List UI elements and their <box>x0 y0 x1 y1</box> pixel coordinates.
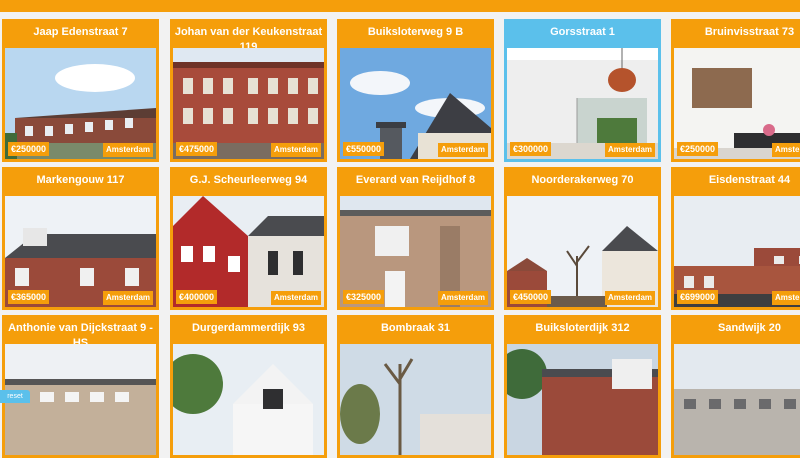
city-badge: Amsterdam <box>102 143 153 157</box>
listing-card[interactable]: Jaap Edenstraat 7 €250000 Amsterdam <box>2 19 159 162</box>
listing-title: Bombraak 31 <box>380 322 451 334</box>
price-badge: €325000 <box>343 290 385 304</box>
listing-card[interactable]: Bombraak 31 <box>337 315 494 458</box>
listing-card[interactable]: Buiksloterweg 9 B €550000 Amsterdam <box>337 19 494 162</box>
house-photo <box>340 344 491 455</box>
listing-card-selected[interactable]: Gorsstraat 1 €300000 Amsterdam <box>504 19 661 162</box>
listing-title: Noorderakerweg 70 <box>531 174 634 186</box>
house-photo <box>674 344 800 455</box>
price-badge: €450000 <box>510 290 552 304</box>
listing-title: Gorsstraat 1 <box>550 26 615 38</box>
price-badge: €400000 <box>176 290 218 304</box>
price-badge: €250000 <box>677 142 719 156</box>
reset-button[interactable]: reset <box>0 390 30 403</box>
price-badge: €550000 <box>343 142 385 156</box>
listing-card[interactable]: Johan van der Keukenstraat 119 €475000 A… <box>170 19 327 162</box>
price-badge: €300000 <box>510 142 552 156</box>
listing-title: Buiksloterdijk 312 <box>535 322 630 334</box>
listing-photo <box>340 344 491 455</box>
listing-card[interactable]: G.J. Scheurleerweg 94 €400000 Amsterdam <box>170 167 327 310</box>
city-badge: Amsterdam <box>437 291 488 305</box>
city-badge: Amsterdam <box>102 291 153 305</box>
city-badge: Amsterdam <box>270 143 321 157</box>
listing-card[interactable]: Anthonie van Dijckstraat 9 - HS <box>2 315 159 458</box>
listing-title: Buiksloterweg 9 B <box>367 26 464 38</box>
listing-card[interactable]: Sandwijk 20 <box>671 315 800 458</box>
city-badge: Amsterdam <box>604 291 655 305</box>
city-badge: Amsterdam <box>771 291 800 305</box>
listing-title: Bruinvisstraat 73 <box>704 26 795 38</box>
listing-card[interactable]: Durgerdammerdijk 93 <box>170 315 327 458</box>
city-badge: Amsterdam <box>604 143 655 157</box>
listing-grid: Jaap Edenstraat 7 €250000 Amsterdam Joha… <box>0 0 800 458</box>
price-badge: €365000 <box>8 290 50 304</box>
listing-card[interactable]: Markengouw 117 €365000 Amsterdam <box>2 167 159 310</box>
listing-title: Durgerdammerdijk 93 <box>191 322 306 334</box>
listing-title: G.J. Scheurleerweg 94 <box>189 174 308 186</box>
city-badge: Amsterdam <box>270 291 321 305</box>
listing-title: Eisdenstraat 44 <box>708 174 791 186</box>
listing-card[interactable]: Buiksloterdijk 312 <box>504 315 661 458</box>
city-badge: Amsterdam <box>771 143 800 157</box>
listing-photo <box>674 344 800 455</box>
listing-card[interactable]: Noorderakerweg 70 €450000 Amsterdam <box>504 167 661 310</box>
house-photo <box>173 344 324 455</box>
listing-title: Jaap Edenstraat 7 <box>33 26 128 38</box>
listing-title: Markengouw 117 <box>36 174 125 186</box>
price-badge: €475000 <box>176 142 218 156</box>
listing-card[interactable]: Eisdenstraat 44 €699000 Amsterdam <box>671 167 800 310</box>
listing-photo <box>507 344 658 455</box>
listing-card[interactable]: Everard van Reijdhof 8 €325000 Amsterdam <box>337 167 494 310</box>
listing-title: Everard van Reijdhof 8 <box>355 174 476 186</box>
city-badge: Amsterdam <box>437 143 488 157</box>
listing-card[interactable]: Bruinvisstraat 73 €250000 Amsterdam <box>671 19 800 162</box>
house-photo <box>507 344 658 455</box>
listing-title: Sandwijk 20 <box>718 322 781 334</box>
listing-photo <box>173 344 324 455</box>
price-badge: €250000 <box>8 142 50 156</box>
price-badge: €699000 <box>677 290 719 304</box>
